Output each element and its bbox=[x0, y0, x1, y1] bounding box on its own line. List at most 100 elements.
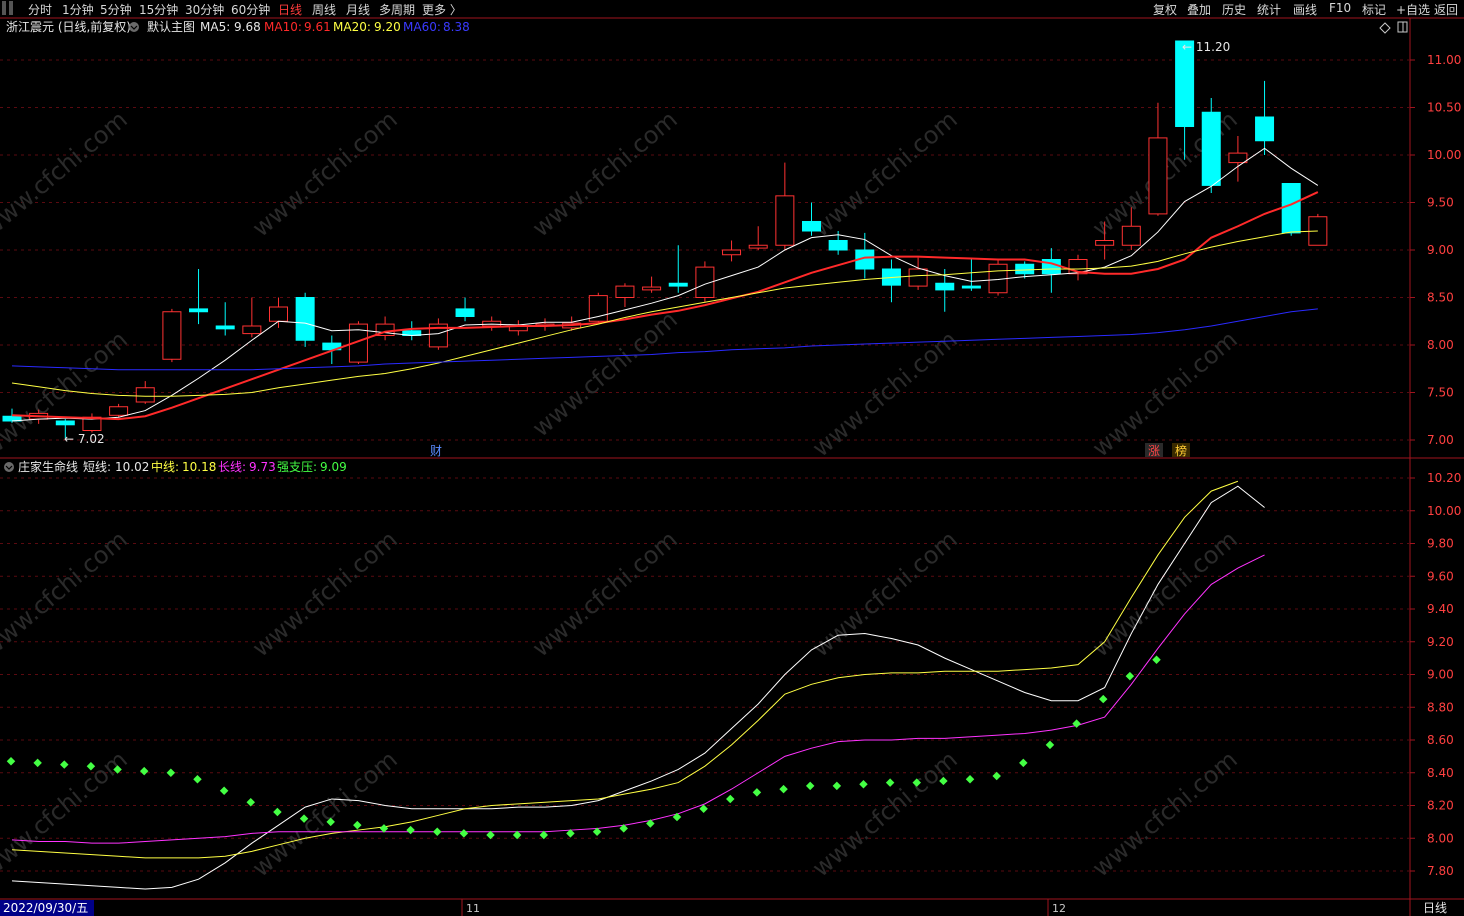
sub-y-tick-label: 8.80 bbox=[1427, 700, 1454, 714]
support-dot bbox=[273, 807, 282, 817]
watermark-text: www.cfchi.com bbox=[247, 105, 403, 242]
support-dot bbox=[726, 794, 735, 804]
sub-chart-plot[interactable] bbox=[6, 480, 1265, 890]
support-dot bbox=[166, 768, 176, 777]
ma-legend: MA5: 9.68 MA10: 9.61 MA20: 9.20 MA60: 8.38 bbox=[200, 20, 470, 34]
main-y-tick-label: 10.50 bbox=[1427, 101, 1461, 115]
candle-body bbox=[1095, 240, 1115, 246]
candle-body bbox=[1121, 225, 1141, 246]
main-y-tick-label: 9.00 bbox=[1427, 243, 1454, 257]
support-dot bbox=[432, 827, 442, 836]
month-label-12: 12 bbox=[1052, 902, 1066, 915]
candle-body bbox=[269, 306, 288, 322]
main-chart-plot[interactable] bbox=[2, 40, 1328, 439]
candle-body bbox=[908, 268, 928, 287]
sub-y-tick-label: 9.00 bbox=[1427, 668, 1454, 682]
high-price-label: ← 11.20 bbox=[1182, 40, 1230, 54]
support-dot bbox=[193, 775, 202, 784]
support-dot bbox=[805, 781, 815, 791]
watermark-text: www.cfchi.com bbox=[0, 105, 133, 242]
watermark-text: www.cfchi.com bbox=[1087, 745, 1243, 882]
ma20-label: MA20: bbox=[333, 20, 371, 34]
ma10-value: 9.61 bbox=[304, 20, 331, 34]
candle-body bbox=[162, 311, 182, 360]
date-cursor-label: 2022/09/30/五 bbox=[3, 901, 88, 915]
candle-body bbox=[802, 221, 821, 232]
short-line-value: 10.02 bbox=[115, 460, 149, 474]
candle-body bbox=[961, 285, 981, 289]
watermark-text: www.cfchi.com bbox=[527, 105, 683, 242]
candle-body bbox=[1015, 263, 1035, 275]
sub-y-tick-label: 10.00 bbox=[1427, 504, 1461, 518]
indicator-dropdown-icon[interactable] bbox=[4, 462, 14, 472]
support-dot bbox=[139, 766, 149, 776]
candle-body bbox=[189, 308, 209, 313]
finance-news-marker[interactable]: 财 bbox=[430, 444, 442, 458]
support-line-value: 9.09 bbox=[320, 460, 347, 474]
template-dropdown-icon[interactable] bbox=[129, 22, 139, 32]
ma60-value: 8.38 bbox=[443, 20, 470, 34]
candle-body bbox=[615, 285, 635, 299]
candle-body bbox=[109, 406, 129, 416]
period-indicator[interactable]: 日线 bbox=[1423, 901, 1447, 915]
support-dot bbox=[60, 760, 69, 769]
diamond-icon[interactable] bbox=[1379, 22, 1391, 34]
sub-y-tick-label: 8.00 bbox=[1427, 831, 1454, 845]
indicator-legend: 短线: 10.02 中线: 10.18 长线: 9.73 强支压: 9.09 bbox=[83, 459, 347, 474]
sub-y-tick-label: 8.20 bbox=[1427, 799, 1454, 813]
watermark-layer: www.cfchi.com www.cfchi.com www.cfchi.com w… bbox=[0, 105, 1243, 882]
long-line-label: 长线: bbox=[218, 460, 246, 474]
candle-body bbox=[1201, 111, 1221, 186]
candle-body bbox=[242, 325, 262, 335]
candle-body bbox=[135, 387, 155, 403]
candle-body bbox=[722, 249, 742, 256]
indicator-line-1 bbox=[11, 480, 1239, 859]
main-y-tick-label: 11.00 bbox=[1427, 53, 1461, 67]
sub-y-tick-label: 8.40 bbox=[1427, 766, 1454, 780]
watermark-text: www.cfchi.com bbox=[807, 325, 963, 462]
stock-title: 浙江震元 (日线,前复权) bbox=[6, 19, 131, 34]
support-dot bbox=[965, 775, 975, 784]
watermark-text: www.cfchi.com bbox=[247, 745, 403, 882]
watermark-text: www.cfchi.com bbox=[807, 745, 963, 882]
low-price-label: ← 7.02 bbox=[64, 432, 105, 446]
support-dot bbox=[406, 825, 415, 835]
support-dot bbox=[992, 771, 1001, 781]
sub-y-tick-label: 9.80 bbox=[1427, 537, 1454, 551]
candle-body bbox=[55, 420, 75, 426]
support-dot bbox=[1019, 758, 1028, 768]
ma5-value: 9.68 bbox=[234, 20, 261, 34]
main-y-tick-label: 10.00 bbox=[1427, 148, 1461, 162]
candle-body bbox=[1281, 183, 1301, 234]
support-dot bbox=[1125, 671, 1135, 681]
support-dot bbox=[779, 784, 788, 794]
support-dot bbox=[672, 812, 682, 822]
candle-body bbox=[455, 308, 475, 317]
limit-up-flag[interactable]: 涨 bbox=[1148, 443, 1160, 458]
short-line-label: 短线: bbox=[83, 460, 111, 474]
watermark-text: www.cfchi.com bbox=[1087, 325, 1243, 462]
indicator-name[interactable]: 庄家生命线 bbox=[18, 459, 78, 474]
main-y-tick-label: 8.00 bbox=[1427, 338, 1454, 352]
support-dot bbox=[459, 829, 469, 838]
support-dot bbox=[33, 758, 42, 768]
support-dot bbox=[859, 779, 868, 789]
dragon-tiger-flag[interactable]: 榜 bbox=[1175, 443, 1187, 458]
support-dot bbox=[6, 757, 16, 766]
candle-body bbox=[215, 325, 235, 330]
mid-line-label: 中线: bbox=[151, 459, 179, 474]
sub-y-tick-label: 9.20 bbox=[1427, 635, 1454, 649]
candle-body bbox=[1228, 152, 1248, 164]
mid-line-value: 10.18 bbox=[182, 460, 216, 474]
candle-body bbox=[1255, 116, 1275, 142]
sub-y-tick-label: 9.60 bbox=[1427, 569, 1454, 583]
sub-y-tick-label: 9.40 bbox=[1427, 602, 1454, 616]
kline-chart[interactable]: www.cfchi.com www.cfchi.com www.cfchi.com w… bbox=[0, 0, 1464, 916]
ma-line-ma5 bbox=[11, 147, 1319, 422]
support-dot bbox=[1098, 694, 1108, 704]
support-line-label: 强支压: bbox=[277, 460, 317, 474]
support-dot bbox=[353, 820, 362, 830]
price-axes: 11.00 10.50 10.00 9.50 9.00 8.50 8.00 7.50 7.00 1… bbox=[1410, 53, 1461, 878]
ma10-label: MA10: bbox=[264, 20, 302, 34]
template-name[interactable]: 默认主图 bbox=[147, 19, 195, 34]
